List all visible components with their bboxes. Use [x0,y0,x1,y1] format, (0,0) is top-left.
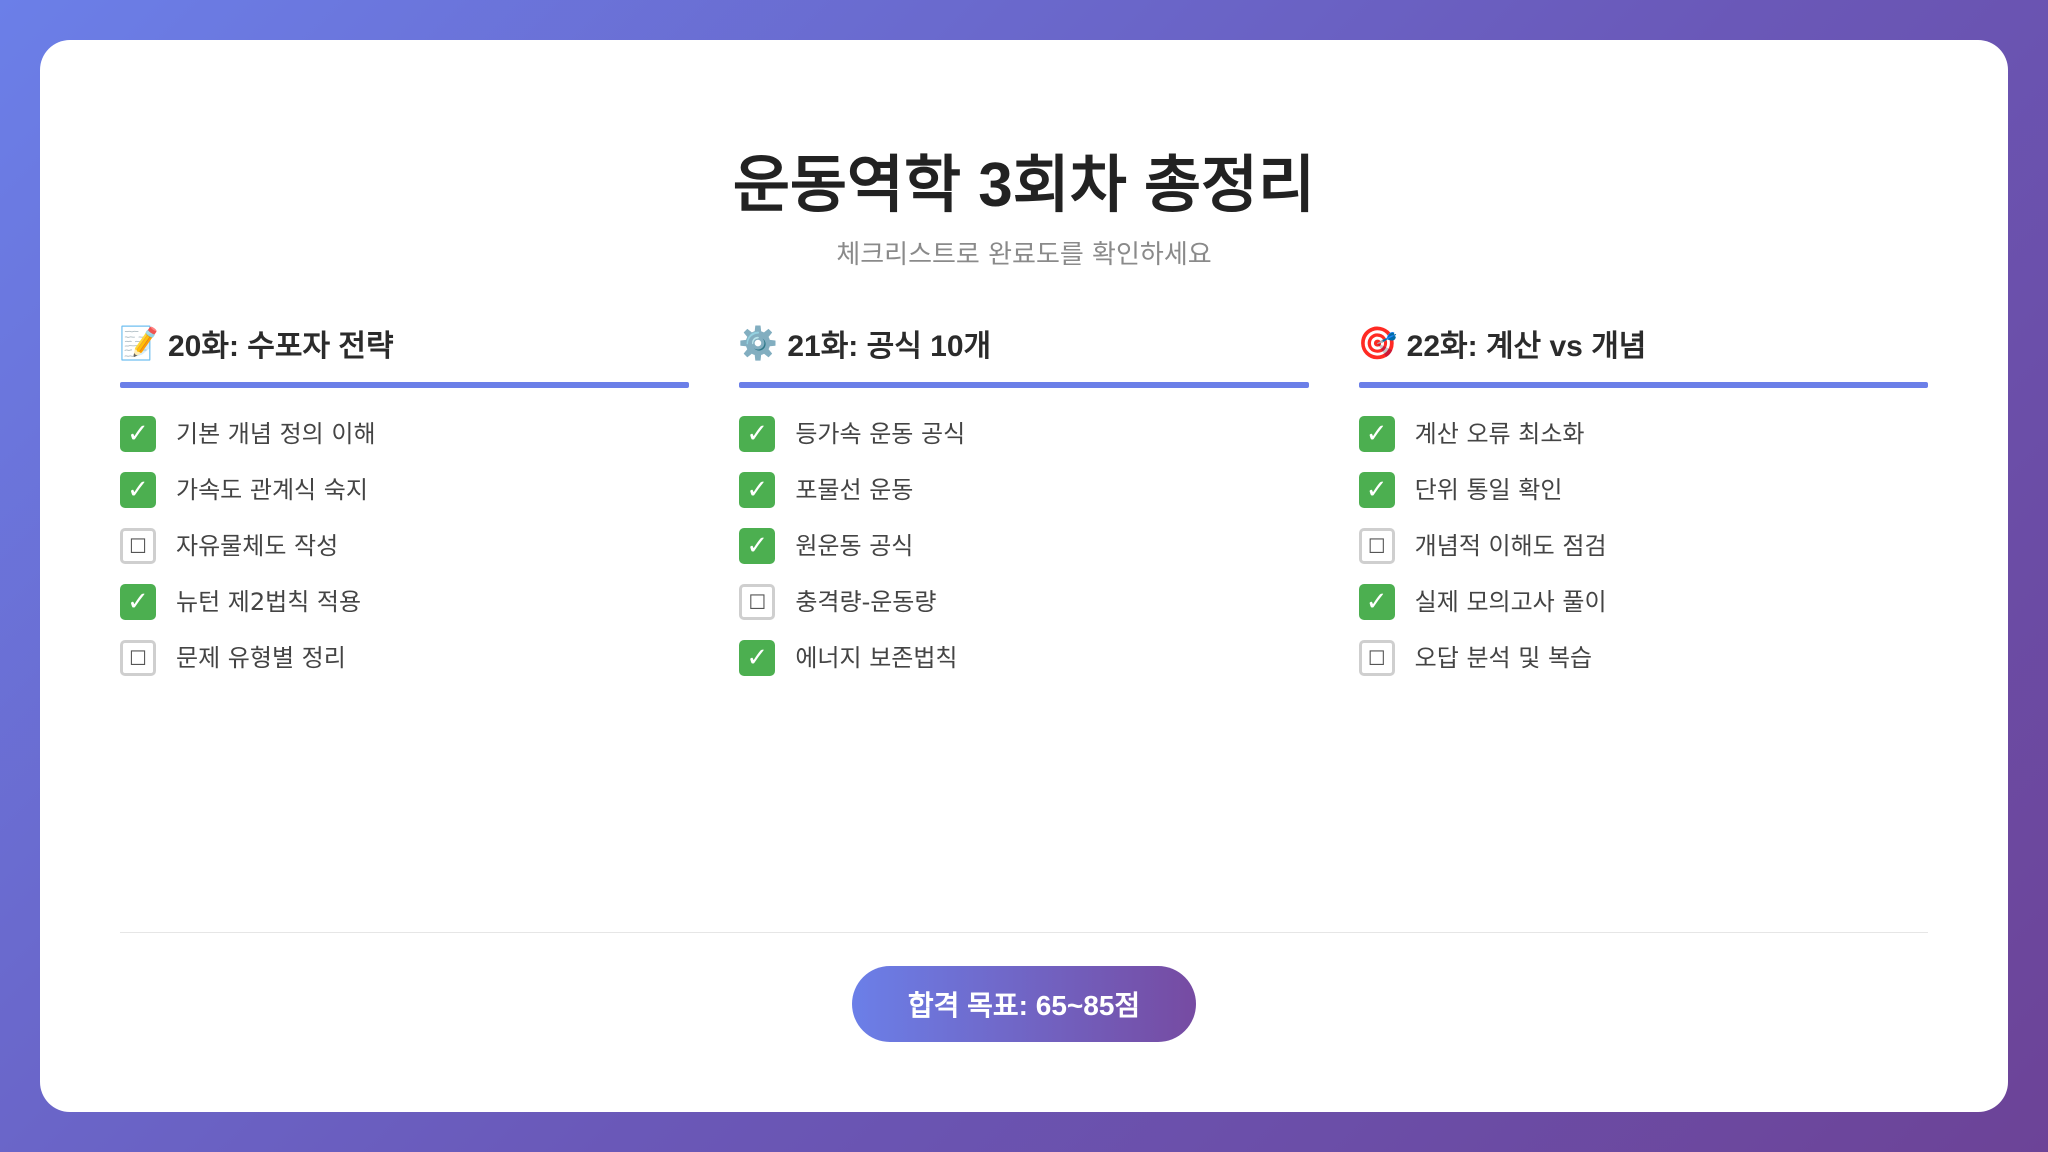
column-underline [120,382,690,388]
checklist-item-label: 가속도 관계식 숙지 [176,476,368,504]
checklist-item[interactable]: ✓ 등가속 운동 공식 [739,416,1308,452]
checklist-item[interactable]: ☐ 문제 유형별 정리 [120,640,689,676]
column-header: 🎯 22화: 계산 vs 개념 [1357,318,1928,368]
memo-icon: 📝 [119,325,159,361]
checkbox-unchecked-icon[interactable]: ☐ [1358,640,1395,676]
checklist-item[interactable]: ✓ 원운동 공식 [739,528,1308,564]
page-subtitle: 체크리스트로 완료도를 확인하세요 [836,240,1212,270]
column-underline [739,382,1309,388]
checklist-item-label: 단위 통일 확인 [1414,476,1563,504]
checkbox-unchecked-icon[interactable]: ☐ [1358,528,1395,564]
checklist-item-label: 뉴턴 제2법칙 적용 [176,588,362,616]
checklist-item[interactable]: ☐ 개념적 이해도 점검 [1358,528,1928,564]
checklist-item-label: 문제 유형별 정리 [176,644,346,672]
checklist-item-label: 원운동 공식 [795,532,914,560]
checklist-item[interactable]: ✓ 실제 모의고사 풀이 [1358,584,1928,620]
checkbox-checked-icon[interactable]: ✓ [120,416,156,452]
column-header: 📝 20화: 수포자 전략 [119,318,689,368]
checklist-columns: 📝 20화: 수포자 전략 ✓ 기본 개념 정의 이해 ✓ 가속도 관계식 숙지 ☐… [119,318,1928,718]
gear-icon: ⚙️ [738,325,779,361]
checklist-item[interactable]: ✓ 단위 통일 확인 [1358,472,1928,508]
column-underline [1358,382,1928,388]
checklist: ✓ 기본 개념 정의 이해 ✓ 가속도 관계식 숙지 ☐ 자유물체도 작성 ✓ 뉴턴 제… [120,416,689,676]
checkbox-unchecked-icon[interactable]: ☐ [739,584,776,620]
checklist-item-label: 에너지 보존법칙 [795,644,958,672]
checkbox-checked-icon[interactable]: ✓ [120,584,156,620]
checklist-item-label: 기본 개념 정의 이해 [176,420,376,448]
checkbox-checked-icon[interactable]: ✓ [739,528,776,564]
checklist-item[interactable]: ✓ 뉴턴 제2법칙 적용 [120,584,689,620]
checklist-item-label: 실제 모의고사 풀이 [1414,588,1607,616]
checklist: ✓ 등가속 운동 공식 ✓ 포물선 운동 ✓ 원운동 공식 ☐ 충격량-운동량 ✓ 에너지… [739,416,1308,676]
column-episode-20: 📝 20화: 수포자 전략 ✓ 기본 개념 정의 이해 ✓ 가속도 관계식 숙지 ☐… [119,318,690,718]
checklist-item-label: 계산 오류 최소화 [1414,420,1585,448]
checklist-item-label: 개념적 이해도 점검 [1414,532,1607,560]
column-title: 20화: 수포자 전략 [168,330,394,363]
checkbox-checked-icon[interactable]: ✓ [739,472,776,508]
column-title: 22화: 계산 vs 개념 [1406,330,1647,363]
column-header: ⚙️ 21화: 공식 10개 [738,318,1308,368]
column-title: 21화: 공식 10개 [787,330,992,363]
column-episode-21: ⚙️ 21화: 공식 10개 ✓ 등가속 운동 공식 ✓ 포물선 운동 ✓ 원운동 공… [738,318,1309,718]
checklist-item-label: 충격량-운동량 [795,588,937,616]
checklist-item[interactable]: ☐ 오답 분석 및 복습 [1358,640,1928,676]
checkbox-unchecked-icon[interactable]: ☐ [120,640,156,676]
checklist-item-label: 포물선 운동 [795,476,914,504]
checkbox-checked-icon[interactable]: ✓ [120,472,156,508]
checklist-item[interactable]: ☐ 자유물체도 작성 [120,528,689,564]
footer-divider [120,932,1928,933]
checklist-item[interactable]: ✓ 에너지 보존법칙 [739,640,1308,676]
checklist-item[interactable]: ☐ 충격량-운동량 [739,584,1308,620]
page-title: 운동역학 3회차 총정리 [732,151,1316,220]
checklist-item-label: 자유물체도 작성 [176,532,339,560]
checklist-item[interactable]: ✓ 계산 오류 최소화 [1358,416,1928,452]
column-episode-22: 🎯 22화: 계산 vs 개념 ✓ 계산 오류 최소화 ✓ 단위 통일 확인 ☐ 개념… [1357,318,1928,718]
checkbox-checked-icon[interactable]: ✓ [1358,584,1395,620]
checklist: ✓ 계산 오류 최소화 ✓ 단위 통일 확인 ☐ 개념적 이해도 점검 ✓ 실제 모의고… [1358,416,1928,676]
checkbox-checked-icon[interactable]: ✓ [739,416,776,452]
checklist-item[interactable]: ✓ 기본 개념 정의 이해 [120,416,689,452]
checkbox-checked-icon[interactable]: ✓ [1358,416,1395,452]
target-icon: 🎯 [1357,325,1398,361]
main-card: 운동역학 3회차 총정리 체크리스트로 완료도를 확인하세요 📝 20화: 수포… [40,40,2008,1112]
checklist-item-label: 오답 분석 및 복습 [1414,644,1593,672]
checkbox-checked-icon[interactable]: ✓ [1358,472,1395,508]
checklist-item-label: 등가속 운동 공식 [795,420,966,448]
checkbox-unchecked-icon[interactable]: ☐ [120,528,156,564]
checkbox-checked-icon[interactable]: ✓ [739,640,776,676]
checklist-item[interactable]: ✓ 가속도 관계식 숙지 [120,472,689,508]
checklist-item[interactable]: ✓ 포물선 운동 [739,472,1308,508]
goal-badge: 합격 목표: 65~85점 [852,966,1196,1042]
